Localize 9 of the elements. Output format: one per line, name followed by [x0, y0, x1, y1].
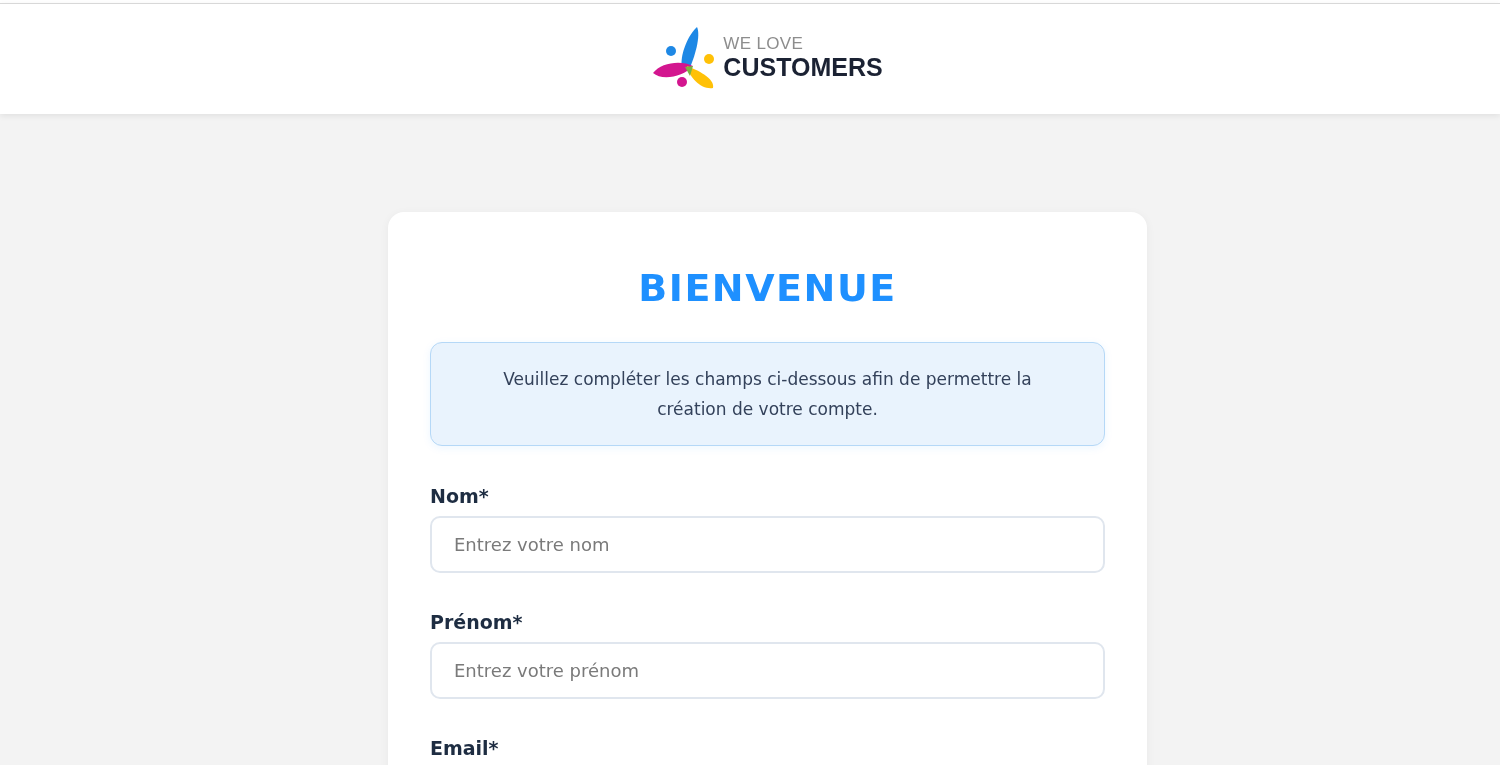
logo-small-text: WE LOVE [723, 35, 805, 53]
field-label: Prénom* [430, 610, 524, 635]
text-input[interactable]: Entrez votre prénom [430, 642, 1105, 699]
logo-brand-text: CUSTOMERS [723, 53, 883, 81]
text-input[interactable]: Entrez votre nom [430, 516, 1105, 573]
page-title: BIENVENUE [638, 265, 897, 312]
field-label: Email* [430, 736, 500, 761]
info-message: Veuillez compléter les champs ci-dessous afin de permettre la création de votre compte. [430, 342, 1105, 446]
field-label: Nom* [430, 484, 490, 509]
